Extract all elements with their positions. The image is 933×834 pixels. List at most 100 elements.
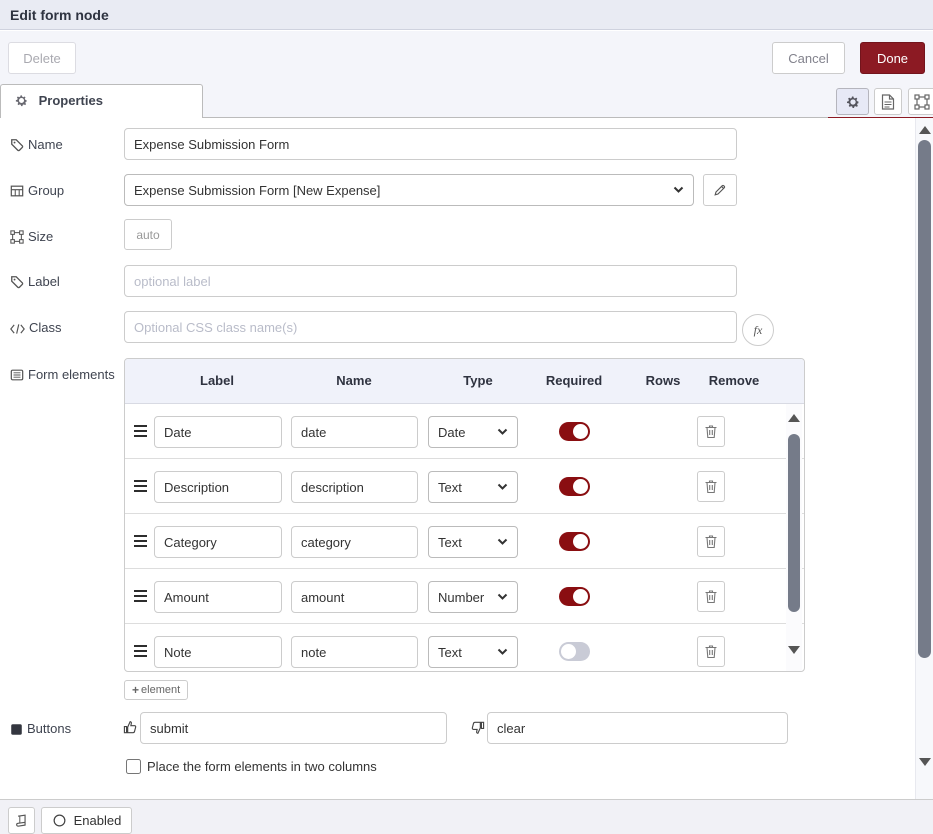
- edit-group-button[interactable]: [703, 174, 737, 206]
- form-element-row: Text: [125, 624, 804, 672]
- document-icon: [881, 94, 895, 110]
- table-scrollbar: [786, 404, 802, 672]
- drag-handle-icon[interactable]: [134, 590, 147, 602]
- properties-tab-button[interactable]: [836, 88, 869, 115]
- name-input[interactable]: [124, 128, 737, 160]
- tab-bar: Properties: [0, 84, 933, 118]
- drag-handle-icon[interactable]: [134, 645, 147, 657]
- two-columns-option: Place the form elements in two columns: [126, 759, 377, 774]
- appearance-tab-button[interactable]: [908, 88, 933, 115]
- form-element-row: Date: [125, 404, 804, 459]
- col-header-label: Label: [200, 373, 234, 388]
- size-field-label: Size: [10, 227, 118, 246]
- done-button[interactable]: Done: [860, 42, 925, 74]
- description-tab-button[interactable]: [874, 88, 902, 115]
- enabled-toggle-button[interactable]: Enabled: [41, 807, 132, 834]
- trash-icon: [704, 589, 718, 604]
- chevron-down-icon: [497, 593, 508, 601]
- resize-icon: [10, 230, 24, 244]
- element-type-select[interactable]: Text: [428, 471, 518, 503]
- properties-panel: Name Group Expense Submission Form [New …: [0, 118, 933, 799]
- required-toggle[interactable]: [559, 642, 590, 661]
- form-elements-table-body: Date Text Text: [125, 404, 804, 672]
- required-toggle[interactable]: [559, 587, 590, 606]
- add-element-button[interactable]: +element: [124, 680, 188, 700]
- required-toggle[interactable]: [559, 477, 590, 496]
- remove-element-button[interactable]: [697, 581, 725, 612]
- col-header-required: Required: [546, 373, 602, 388]
- element-label-input[interactable]: [154, 636, 282, 668]
- remove-element-button[interactable]: [697, 526, 725, 557]
- panel-scrollbar: [915, 118, 933, 799]
- fx-icon: fx: [754, 323, 763, 338]
- size-button[interactable]: auto: [124, 219, 172, 250]
- fx-expand-button[interactable]: fx: [742, 314, 774, 346]
- form-elements-table-header: Label Name Type Required Rows Remove: [125, 359, 804, 404]
- col-header-type: Type: [463, 373, 492, 388]
- circle-icon: [52, 813, 67, 828]
- two-columns-label: Place the form elements in two columns: [147, 759, 377, 774]
- scroll-down-arrow[interactable]: [788, 646, 800, 654]
- list-icon: [10, 368, 24, 382]
- two-columns-checkbox[interactable]: [126, 759, 141, 774]
- required-toggle[interactable]: [559, 532, 590, 551]
- trash-icon: [704, 644, 718, 659]
- element-type-select[interactable]: Number: [428, 581, 518, 613]
- cancel-button[interactable]: Cancel: [772, 42, 845, 74]
- scroll-up-arrow[interactable]: [919, 126, 931, 134]
- docs-button[interactable]: [8, 807, 35, 834]
- element-label-input[interactable]: [154, 471, 282, 503]
- form-elements-field-label: Form elements: [10, 365, 118, 384]
- drag-handle-icon[interactable]: [134, 480, 147, 492]
- tab-properties[interactable]: Properties: [0, 84, 203, 118]
- buttons-field-label: Buttons: [10, 719, 118, 738]
- book-icon: [15, 814, 29, 828]
- submit-button-text-input[interactable]: [140, 712, 447, 744]
- delete-button[interactable]: Delete: [8, 42, 76, 74]
- dialog-title: Edit form node: [10, 7, 109, 23]
- element-name-input[interactable]: [291, 416, 418, 448]
- element-label-input[interactable]: [154, 581, 282, 613]
- thumbs-down-icon: [470, 720, 485, 735]
- drag-handle-icon[interactable]: [134, 425, 147, 437]
- appearance-icon: [914, 94, 930, 110]
- remove-element-button[interactable]: [697, 636, 725, 667]
- element-name-input[interactable]: [291, 581, 418, 613]
- scroll-up-arrow[interactable]: [788, 414, 800, 422]
- chevron-down-icon: [497, 538, 508, 546]
- group-select[interactable]: Expense Submission Form [New Expense]: [124, 174, 694, 206]
- scrollbar-thumb[interactable]: [788, 434, 800, 612]
- pencil-icon: [713, 183, 727, 197]
- col-header-remove: Remove: [709, 373, 760, 388]
- gear-icon: [845, 94, 861, 110]
- col-header-name: Name: [336, 373, 371, 388]
- action-bar: Delete Cancel Done: [0, 31, 933, 84]
- element-name-input[interactable]: [291, 526, 418, 558]
- element-name-input[interactable]: [291, 636, 418, 668]
- label-field-label: Label: [10, 272, 118, 291]
- dialog-titlebar: Edit form node: [0, 0, 933, 30]
- clear-button-text-input[interactable]: [487, 712, 788, 744]
- drag-handle-icon[interactable]: [134, 535, 147, 547]
- code-icon: [10, 323, 25, 335]
- required-toggle[interactable]: [559, 422, 590, 441]
- form-element-row: Text: [125, 459, 804, 514]
- group-field-label: Group: [10, 181, 118, 200]
- element-label-input[interactable]: [154, 416, 282, 448]
- scrollbar-thumb[interactable]: [918, 140, 931, 658]
- chevron-down-icon: [673, 186, 684, 194]
- trash-icon: [704, 534, 718, 549]
- element-name-input[interactable]: [291, 471, 418, 503]
- form-element-row: Text: [125, 514, 804, 569]
- remove-element-button[interactable]: [697, 416, 725, 447]
- element-type-select[interactable]: Date: [428, 416, 518, 448]
- col-header-rows: Rows: [646, 373, 681, 388]
- element-label-input[interactable]: [154, 526, 282, 558]
- element-type-select[interactable]: Text: [428, 526, 518, 558]
- name-field-label: Name: [10, 135, 118, 154]
- remove-element-button[interactable]: [697, 471, 725, 502]
- element-type-select[interactable]: Text: [428, 636, 518, 668]
- scroll-down-arrow[interactable]: [919, 758, 931, 766]
- label-input[interactable]: [124, 265, 737, 297]
- class-input[interactable]: [124, 311, 737, 343]
